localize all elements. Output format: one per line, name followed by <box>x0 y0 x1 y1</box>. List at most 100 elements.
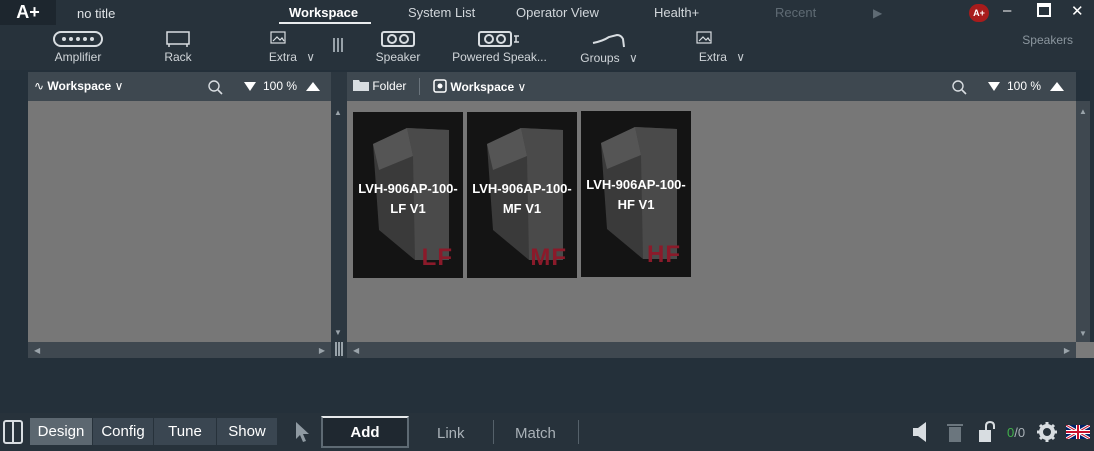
scroll-left-icon[interactable]: ◀ <box>353 346 359 355</box>
tab-system-list[interactable]: System List <box>408 5 475 20</box>
picture-icon <box>270 31 286 44</box>
unlock-icon[interactable] <box>978 421 998 443</box>
zoom-up-icon[interactable] <box>306 82 320 91</box>
gear-icon[interactable] <box>1037 422 1057 442</box>
speaker-tile-mf[interactable]: LVH-906AP-100- MF V1 MF <box>467 112 577 278</box>
mode-config[interactable]: Config <box>93 418 153 445</box>
title-bar: A+ no title Workspace System List Operat… <box>0 0 1094 25</box>
maximize-icon[interactable] <box>1037 3 1051 21</box>
pointer-icon[interactable] <box>294 421 312 443</box>
toolbar-splitter-grip[interactable] <box>333 38 343 52</box>
groups-icon <box>592 33 625 48</box>
mode-show[interactable]: Show <box>217 418 277 445</box>
speakers-heading: Speakers <box>1022 33 1073 47</box>
speaker-tile-hf[interactable]: LVH-906AP-100- HF V1 HF <box>581 111 691 277</box>
zoom-level: 100 % <box>263 79 298 93</box>
chevron-down-icon: ∨ <box>517 80 527 94</box>
zoom-up-icon[interactable] <box>1050 82 1064 91</box>
extra-right-button[interactable]: Extra ∨ <box>694 25 750 70</box>
chevron-down-icon: ∨ <box>628 51 638 65</box>
workspace-selector[interactable]: Workspace ∨ <box>433 79 526 94</box>
toolbar: Amplifier Rack Extra ∨ Speaker Powered S… <box>0 25 1094 70</box>
powered-speaker-button[interactable]: Powered Speak... <box>452 25 547 70</box>
scroll-corner <box>1076 342 1094 358</box>
active-tab-indicator <box>279 22 371 24</box>
add-button[interactable]: Add <box>321 416 409 448</box>
scroll-down-icon[interactable]: ▼ <box>334 328 342 337</box>
match-button[interactable]: Match <box>515 425 556 442</box>
scroll-up-icon[interactable]: ▲ <box>334 108 342 117</box>
amplifier-button[interactable]: Amplifier <box>50 25 106 70</box>
groups-button[interactable]: Groups ∨ <box>578 25 640 70</box>
splitter-grip[interactable] <box>335 342 343 356</box>
project-title: no title <box>77 6 116 21</box>
zoom-down-icon[interactable] <box>988 82 1000 91</box>
scroll-right-icon[interactable]: ▶ <box>1064 346 1070 355</box>
extra-left-button[interactable]: Extra ∨ <box>262 25 322 70</box>
right-horizontal-scrollbar[interactable]: ◀ ▶ <box>347 342 1076 358</box>
zoom-search-icon[interactable] <box>950 79 968 95</box>
account-badge[interactable]: A+ <box>969 4 989 22</box>
uk-flag-icon[interactable] <box>1066 425 1090 439</box>
app-logo: A+ <box>0 0 56 25</box>
band-label: MF <box>530 244 567 271</box>
tab-operator-view[interactable]: Operator View <box>516 5 599 20</box>
right-vertical-scrollbar[interactable]: ▲ ▼ <box>1076 101 1090 342</box>
close-icon[interactable]: ✕ <box>1071 2 1084 20</box>
tab-recent[interactable]: Recent <box>775 5 816 20</box>
folder-label: Folder <box>372 79 407 93</box>
rack-icon <box>166 31 190 47</box>
left-workspace-area[interactable] <box>28 101 331 342</box>
scroll-right-icon[interactable]: ▶ <box>319 346 325 355</box>
minimize-icon[interactable]: – <box>1003 2 1011 19</box>
speaker-icon <box>381 31 415 47</box>
play-icon[interactable]: ▶ <box>873 6 882 20</box>
speaker-label: Speaker <box>375 50 421 64</box>
left-pane-header: ∿ Workspace ∨ 100 % <box>28 72 331 101</box>
zoom-search-icon[interactable] <box>206 79 224 95</box>
tab-workspace[interactable]: Workspace <box>289 5 358 20</box>
panel-toggle-icon[interactable] <box>3 420 23 444</box>
scroll-down-icon[interactable]: ▼ <box>1079 329 1087 338</box>
tab-health-plus[interactable]: Health+ <box>654 5 699 20</box>
scroll-left-icon[interactable]: ◀ <box>34 346 40 355</box>
folder-button[interactable]: Folder <box>353 79 406 93</box>
zoom-level: 100 % <box>1007 79 1042 93</box>
powered-speaker-icon <box>477 31 519 47</box>
speaker-button[interactable]: Speaker <box>375 25 421 70</box>
divider <box>419 78 420 95</box>
amplifier-label: Amplifier <box>54 50 102 64</box>
wave-icon: ∿ <box>34 79 45 93</box>
workspace-label: Workspace <box>47 79 112 93</box>
mode-tune[interactable]: Tune <box>154 418 216 445</box>
speaker-volume-icon[interactable] <box>912 421 930 443</box>
amplifier-icon <box>53 31 103 47</box>
groups-label: Groups <box>580 51 620 65</box>
rack-label: Rack <box>164 50 192 64</box>
left-horizontal-scrollbar[interactable]: ◀ ▶ <box>28 342 331 358</box>
band-label: LF <box>421 244 453 271</box>
extra-left-label: Extra <box>268 50 297 64</box>
divider <box>578 420 579 444</box>
pane-splitter[interactable]: ▲ ▼ <box>331 72 347 358</box>
workspace-label: Workspace <box>450 80 515 94</box>
trash-icon[interactable] <box>946 422 964 442</box>
workspace-selector[interactable]: ∿ Workspace ∨ <box>34 79 123 93</box>
workspace-icon <box>433 79 447 93</box>
mode-design[interactable]: Design <box>30 418 92 445</box>
selection-counter: 0/0 <box>1007 425 1026 440</box>
chevron-down-icon: ∨ <box>114 79 124 93</box>
speaker-name: LVH-906AP-100- HF V1 <box>586 177 686 212</box>
zoom-down-icon[interactable] <box>244 82 256 91</box>
band-label: HF <box>647 241 681 268</box>
rack-button[interactable]: Rack <box>158 25 198 70</box>
link-button[interactable]: Link <box>437 425 465 442</box>
powered-speaker-label: Powered Speak... <box>452 50 547 64</box>
speaker-tile-lf[interactable]: LVH-906AP-100- LF V1 LF <box>353 112 463 278</box>
chevron-down-icon: ∨ <box>306 50 316 64</box>
chevron-down-icon: ∨ <box>736 50 746 64</box>
extra-right-label: Extra <box>698 50 727 64</box>
speaker-name: LVH-906AP-100- MF V1 <box>472 181 572 216</box>
scroll-up-icon[interactable]: ▲ <box>1079 107 1087 116</box>
speaker-name: LVH-906AP-100- LF V1 <box>358 181 458 216</box>
